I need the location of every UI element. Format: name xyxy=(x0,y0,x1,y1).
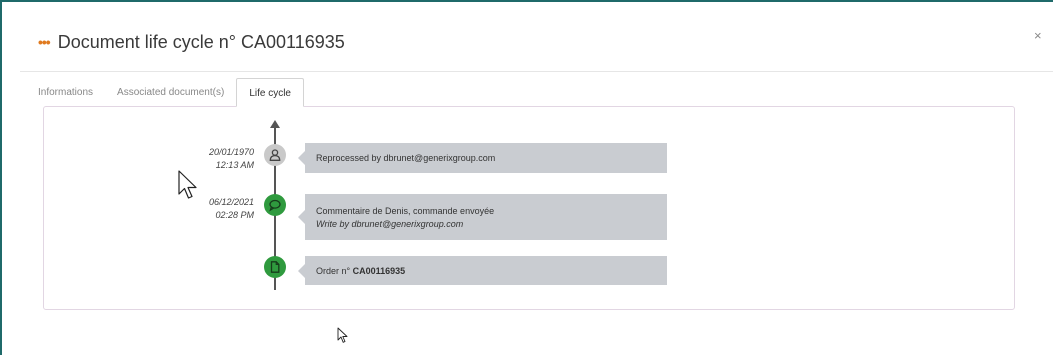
timeline-arrow-icon xyxy=(270,120,280,128)
event-date-time: 02:28 PM xyxy=(215,210,254,220)
timeline-event-card: Commentaire de Denis, commande envoyée W… xyxy=(298,194,667,240)
header-divider xyxy=(20,71,1053,72)
mouse-cursor-icon xyxy=(178,170,197,199)
event-subtext: Write by dbrunet@generixgroup.com xyxy=(316,218,464,229)
mouse-cursor-icon xyxy=(337,327,348,343)
event-date-day: 20/01/1970 xyxy=(208,147,254,157)
event-text: Order n° CA00116935 xyxy=(316,266,656,276)
event-text: Reprocessed by dbrunet@generixgroup.com xyxy=(316,153,496,163)
modal-title: Document life cycle n° CA00116935 xyxy=(57,31,345,52)
event-text: Commentaire de Denis, commande envoyée xyxy=(316,205,495,216)
tab-life-cycle[interactable]: Life cycle xyxy=(236,78,304,107)
tab-informations[interactable]: Informations xyxy=(26,78,105,107)
event-text-prefix: Order n° xyxy=(316,265,353,276)
tab-associated-documents[interactable]: Associated document(s) xyxy=(105,78,236,107)
order-number: CA00116935 xyxy=(352,265,406,276)
comment-icon xyxy=(264,194,286,216)
document-icon xyxy=(264,256,286,278)
timeline-event-card: Reprocessed by dbrunet@generixgroup.com xyxy=(298,143,667,173)
tab-bar: Informations Associated document(s) Life… xyxy=(26,78,304,107)
timeline-event-card: Order n° CA00116935 xyxy=(298,256,667,285)
event-date: 20/01/1970 12:13 AM xyxy=(164,146,254,172)
modal-header: ••• Document life cycle n° CA00116935 xyxy=(38,28,1053,56)
menu-dots-icon: ••• xyxy=(38,34,51,50)
close-icon[interactable]: × xyxy=(1034,28,1042,43)
user-icon xyxy=(264,144,286,166)
